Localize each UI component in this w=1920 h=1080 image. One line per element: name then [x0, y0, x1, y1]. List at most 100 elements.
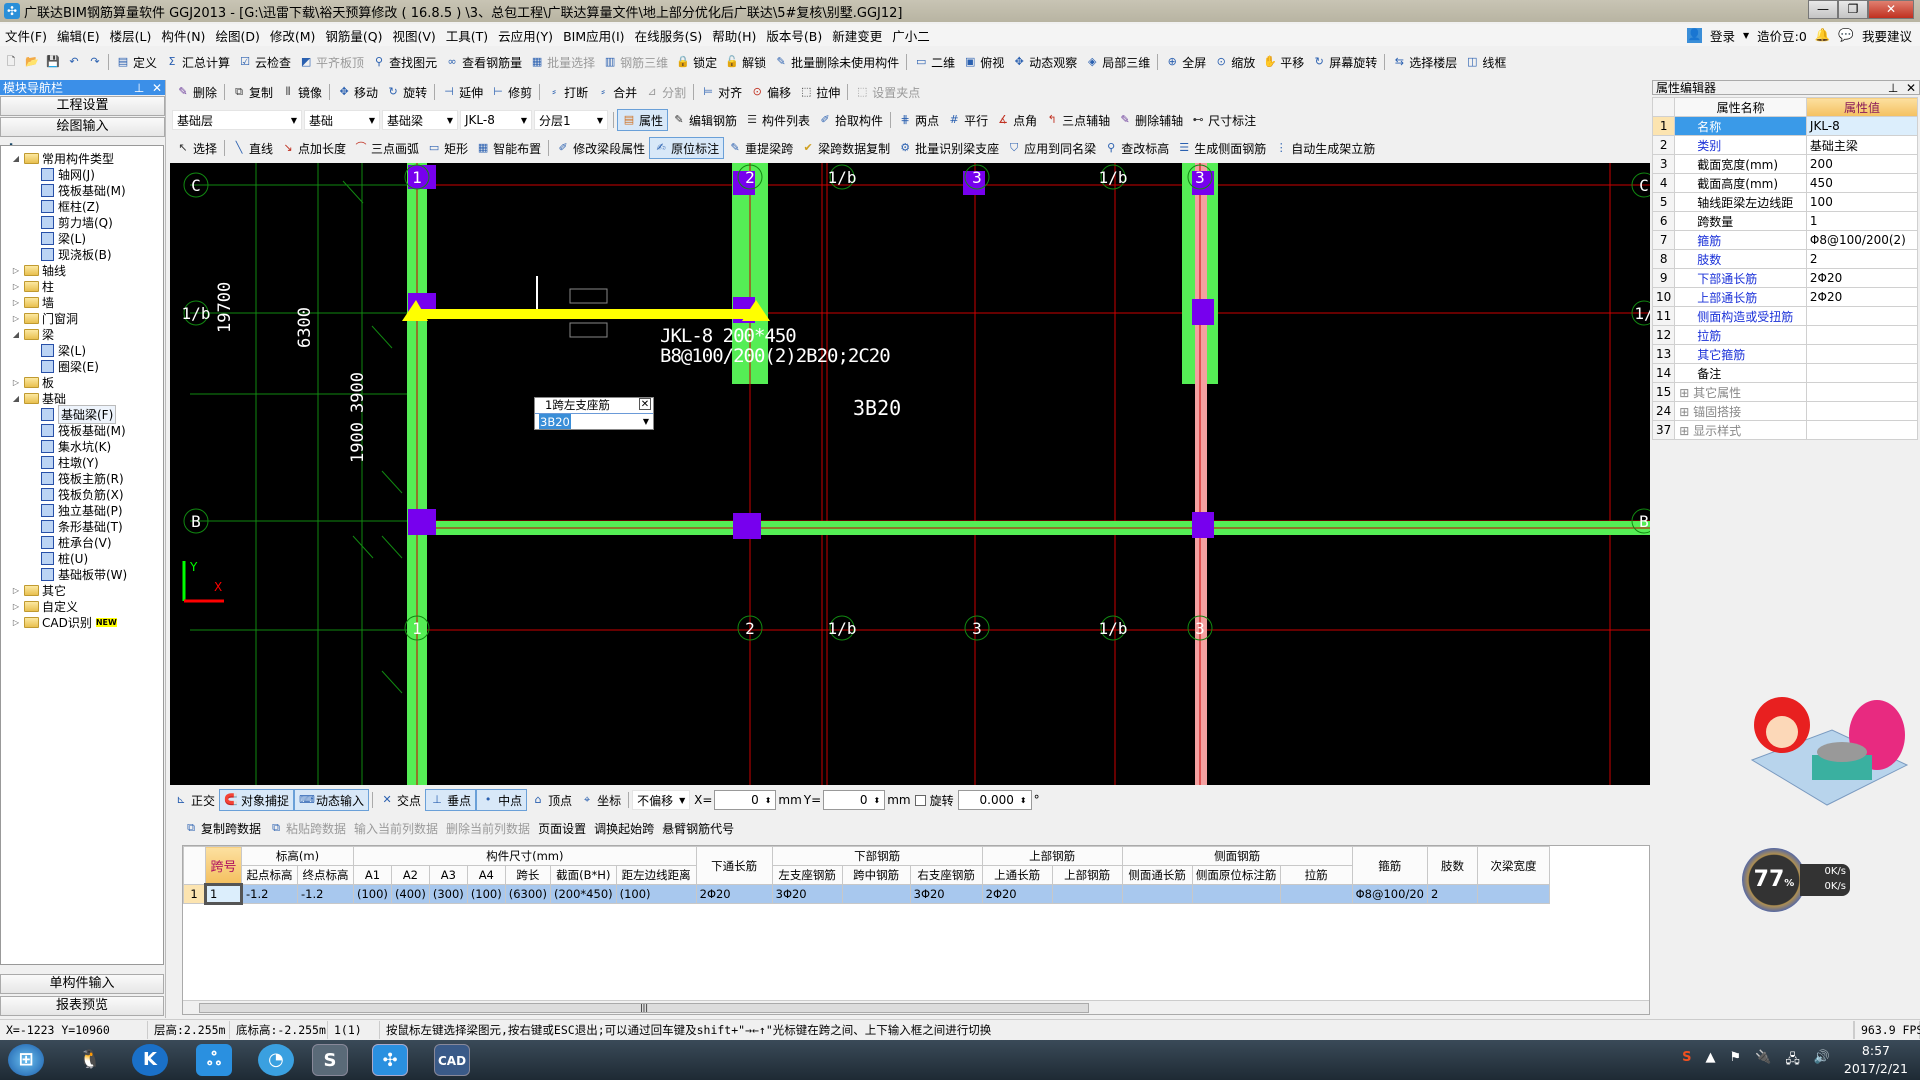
tree-node[interactable]: ▷ 轴线 — [11, 262, 66, 278]
toolbar-button-1[interactable]: ⧉ 复制 — [228, 81, 277, 103]
toolbar-button-5[interactable]: # 平行 — [943, 109, 992, 131]
toolbar-button-6[interactable]: ⊢ 修剪 — [487, 81, 536, 103]
snap-button-5[interactable]: • 中点 — [476, 789, 528, 811]
property-row[interactable]: 37 ⊞ 显示样式 — [1651, 420, 1919, 440]
toolbar-button-16[interactable]: ⊙ 缩放 — [1210, 51, 1259, 73]
property-row[interactable]: 9 下部通长筋 2Φ20 — [1651, 268, 1919, 288]
toolbar-button-8[interactable]: 🔒 锁定 — [672, 51, 721, 73]
toolbar-button-11[interactable]: ▭ 二维 — [910, 51, 959, 73]
horizontal-scrollbar[interactable]: ||| — [183, 1000, 1649, 1014]
toolbar-button-5[interactable]: ▦ 智能布置 — [472, 137, 545, 159]
pin-icon[interactable]: ⊥ — [1888, 81, 1898, 95]
toolbar-button-5[interactable]: ∞ 查看钢筋量 — [441, 51, 526, 73]
expand-plus-icon[interactable]: ⊞ — [1679, 386, 1693, 400]
span-cell[interactable] — [1121, 884, 1193, 904]
toolbar-button-13[interactable]: ☰ 生成侧面钢筋 — [1173, 137, 1270, 159]
tree-node[interactable]: 框柱(Z) — [41, 198, 100, 214]
property-value[interactable] — [1805, 306, 1919, 326]
chevron-down-icon[interactable]: ▼ — [643, 414, 649, 429]
property-row[interactable]: 4 截面高度(mm) 450 — [1651, 173, 1919, 193]
snap-button-4[interactable]: ⊥ 垂点 — [425, 789, 477, 811]
tree-node[interactable]: ▷ 墙 — [11, 294, 54, 310]
tree-node[interactable]: ▷ 其它 — [11, 582, 66, 598]
span-cell[interactable]: (6300) — [504, 884, 552, 904]
network-icon[interactable]: 🖧 — [1785, 1050, 1800, 1072]
tree-node[interactable]: 梁(L) — [41, 342, 86, 358]
property-value[interactable]: 1 — [1805, 211, 1919, 231]
toolbar-button-10[interactable]: ⚙ 批量识别梁支座 — [894, 137, 1003, 159]
toolbar-button-7[interactable]: ↰ 三点辅轴 — [1041, 109, 1114, 131]
property-value[interactable] — [1805, 382, 1919, 402]
menu-item-4[interactable]: 绘图(D) — [210, 26, 264, 45]
toolbar-button-7[interactable]: ⸗ 打断 — [543, 81, 592, 103]
property-row[interactable]: 15 ⊞ 其它属性 — [1651, 382, 1919, 402]
property-value[interactable]: Φ8@100/200(2) — [1805, 230, 1919, 250]
collapsed-arrow-icon[interactable]: ▷ — [11, 602, 21, 611]
collapsed-arrow-icon[interactable]: ▷ — [11, 282, 21, 291]
toolbar-button-3[interactable]: ⌒ 三点画弧 — [350, 137, 423, 159]
span-cell[interactable]: 3Φ20 — [771, 884, 843, 904]
close-icon[interactable]: ✕ — [152, 81, 162, 95]
toolbar-button-8[interactable]: ✎ 删除辅轴 — [1114, 109, 1187, 131]
toolbar-button-15[interactable]: ⊕ 全屏 — [1161, 51, 1210, 73]
menu-item-7[interactable]: 视图(V) — [387, 26, 440, 45]
property-row[interactable]: 8 肢数 2 — [1651, 249, 1919, 269]
menu-item-15[interactable]: 广小二 — [887, 26, 935, 45]
nav-btn-single-input[interactable]: 单构件输入 — [0, 974, 164, 994]
toolbar-button-9[interactable]: ⊷ 尺寸标注 — [1187, 109, 1260, 131]
menu-item-11[interactable]: 在线服务(S) — [630, 26, 708, 45]
menu-item-9[interactable]: 云应用(Y) — [493, 26, 558, 45]
expand-plus-icon[interactable]: ⊞ — [1679, 405, 1693, 419]
span-cell[interactable] — [1279, 884, 1353, 904]
toolbar-button-4[interactable]: ⋕ 两点 — [894, 109, 943, 131]
toolbar-button-1[interactable]: ╲ 直线 — [228, 137, 277, 159]
toolbar-button-4[interactable]: ▭ 矩形 — [423, 137, 472, 159]
toolbar-button-0[interactable]: ▤ 属性 — [617, 109, 669, 131]
tree-node[interactable]: 桩承台(V) — [41, 534, 112, 550]
property-value[interactable]: 基础主梁 — [1805, 135, 1919, 155]
tree-node[interactable]: 筏板负筋(X) — [41, 486, 124, 502]
tree-node[interactable]: ◢ 常用构件类型 — [11, 150, 114, 166]
toolbar-button-1[interactable]: ✎ 编辑钢筋 — [668, 109, 741, 131]
baidu-cloud-icon[interactable]: ஃ — [196, 1044, 232, 1076]
menu-item-5[interactable]: 修改(M) — [265, 26, 321, 45]
offset-mode-select[interactable]: 不偏移 ▼ — [632, 790, 691, 810]
close-button[interactable]: ✕ — [1868, 0, 1914, 19]
bell-icon[interactable]: 🔔 — [1815, 27, 1831, 43]
collapsed-arrow-icon[interactable]: ▷ — [11, 586, 21, 595]
toolbar-button-9[interactable]: ⊿ 分割 — [641, 81, 690, 103]
span-cell[interactable] — [841, 884, 911, 904]
toolbar-button-18[interactable]: ↻ 屏幕旋转 — [1308, 51, 1381, 73]
toolbar-button-8[interactable]: ⸗ 合并 — [592, 81, 641, 103]
toolbar-button-12[interactable]: ⚲ 查改标高 — [1100, 137, 1173, 159]
expand-plus-icon[interactable]: ⊞ — [1679, 424, 1693, 438]
qq-icon[interactable]: 🐧 — [72, 1044, 108, 1076]
cad-icon[interactable]: CAD — [434, 1044, 470, 1076]
span-action-2[interactable]: 输入当前列数据 — [350, 817, 442, 839]
collapsed-arrow-icon[interactable]: ▷ — [11, 266, 21, 275]
numeric-input[interactable]: 0 ⬍ — [823, 790, 886, 810]
menu-item-13[interactable]: 版本号(B) — [761, 26, 827, 45]
nav-btn-report-preview[interactable]: 报表预览 — [0, 996, 164, 1016]
toolbar-button-4[interactable]: ⚲ 查找图元 — [368, 51, 441, 73]
tree-node[interactable]: ▷ CAD识别 NEW — [11, 614, 117, 630]
nav-btn-drawing-input[interactable]: 绘图输入 — [0, 117, 165, 137]
tree-node[interactable]: 轴网(J) — [41, 166, 95, 182]
span-action-6[interactable]: 悬臂钢筋代号 — [658, 817, 738, 839]
property-row[interactable]: 12 拉筋 — [1651, 325, 1919, 345]
span-cell[interactable]: (100) — [353, 884, 392, 904]
property-row[interactable]: 14 备注 — [1651, 363, 1919, 383]
login-button[interactable]: 登录 — [1710, 26, 1735, 45]
tree-node[interactable]: 基础板带(W) — [41, 566, 127, 582]
nav-btn-project-settings[interactable]: 工程设置 — [0, 96, 165, 116]
close-icon[interactable]: ✕ — [1906, 81, 1916, 95]
menu-item-14[interactable]: 新建变更 — [827, 26, 887, 45]
tree-node[interactable]: 桩(U) — [41, 550, 88, 566]
property-value[interactable]: 450 — [1805, 173, 1919, 193]
toolbar-button-0[interactable]: ▤ 定义 — [112, 51, 161, 73]
drawing-canvas[interactable]: 1 2 1/b 3 1/b 3 1 2 1/b 3 1/b 3 C 1/b B C 1/B 19700 6300 39… — [170, 163, 1650, 785]
property-row[interactable]: 1 名称 JKL-8 — [1651, 116, 1919, 136]
tree-node[interactable]: 条形基础(T) — [41, 518, 123, 534]
property-row[interactable]: 2 类别 基础主梁 — [1651, 135, 1919, 155]
toolbar-button-7[interactable]: ▥ 钢筋三维 — [599, 51, 672, 73]
